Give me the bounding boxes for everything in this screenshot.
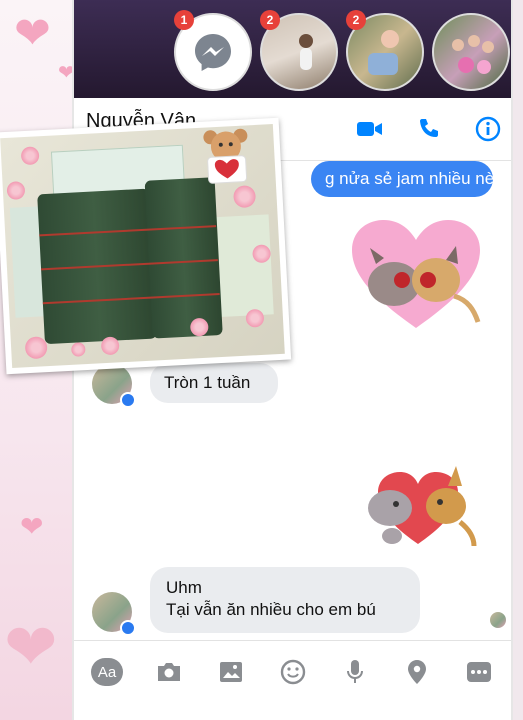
info-icon[interactable] — [473, 116, 503, 142]
camera-icon[interactable] — [152, 655, 186, 689]
seen-receipt-avatar — [490, 612, 506, 628]
blossom-decoration — [6, 181, 26, 201]
heart-decoration-icon: ❤ — [20, 511, 44, 542]
blossom-decoration — [70, 342, 86, 357]
location-icon[interactable] — [400, 655, 434, 689]
unread-badge: 2 — [346, 10, 366, 30]
video-call-icon[interactable] — [355, 116, 385, 142]
emoji-icon[interactable] — [276, 655, 310, 689]
unread-badge: 1 — [174, 10, 194, 30]
kissing-cats-sticker[interactable] — [346, 216, 486, 336]
messenger-status-dot — [120, 392, 136, 408]
product-box-decoration — [214, 214, 274, 318]
hugging-cats-sticker[interactable] — [352, 456, 482, 550]
unread-badge: 2 — [260, 10, 280, 30]
chat-heads-bar: 1 2 2 — [74, 0, 511, 98]
blossom-decoration — [20, 146, 40, 166]
microphone-icon[interactable] — [338, 655, 372, 689]
heart-decoration-icon: ❤ — [4, 611, 58, 683]
more-icon[interactable] — [462, 655, 496, 689]
money-stacks-photo[interactable] — [0, 117, 292, 375]
phone-call-icon[interactable] — [414, 116, 444, 142]
message-line: Uhm — [166, 578, 202, 597]
money-stack — [144, 177, 223, 339]
gallery-icon[interactable] — [214, 655, 248, 689]
message-line: Tại vẫn ăn nhiều cho em bú — [166, 600, 376, 619]
blossom-decoration — [24, 336, 48, 360]
group-photo-icon — [452, 35, 494, 74]
blossom-decoration — [232, 185, 257, 209]
contact-chathead-3[interactable] — [432, 13, 510, 91]
photo-content — [0, 124, 285, 368]
incoming-message[interactable]: Tròn 1 tuần — [150, 363, 278, 403]
message-composer: Aa — [74, 640, 511, 703]
messenger-status-dot — [120, 620, 136, 636]
outgoing-message[interactable]: g nửa sẻ jam nhiều nè — [311, 161, 493, 197]
blossom-decoration — [100, 336, 120, 356]
text-format-icon[interactable]: Aa — [90, 655, 124, 689]
messenger-bolt-icon — [195, 34, 231, 71]
blossom-decoration — [245, 308, 265, 328]
aa-label: Aa — [91, 658, 123, 686]
incoming-message[interactable]: Uhm Tại vẫn ăn nhiều cho em bú — [150, 567, 420, 633]
heart-decoration-icon: ❤ — [14, 9, 51, 58]
teddy-bear-heart-icon — [196, 125, 257, 190]
